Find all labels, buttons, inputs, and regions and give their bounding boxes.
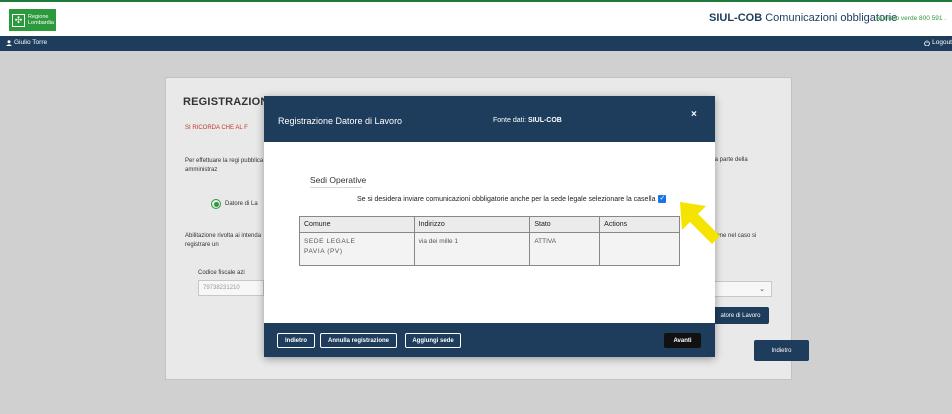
logout-label: Logout — [932, 39, 952, 46]
sede-legale-checkbox[interactable]: ✓ — [658, 195, 667, 203]
logo-line2: Lombardia — [28, 20, 54, 26]
user-bar: Giulio Torre Logout — [0, 36, 952, 51]
codice-fiscale-input[interactable]: 79738231210 — [198, 280, 264, 296]
checkbox-label: Se si desidera inviare comunicazioni obb… — [357, 195, 656, 203]
radio-selected-dot — [213, 201, 219, 207]
sede-legale-checkbox-row: Se si desidera inviare comunicazioni obb… — [357, 195, 667, 203]
cell-comune-line2: PAVIA (PV) — [304, 248, 343, 255]
cell-comune: SEDE LEGALE PAVIA (PV) — [299, 232, 415, 266]
cell-stato: ATTIVA — [529, 232, 601, 266]
cancel-registration-button[interactable]: Annulla registrazione — [320, 333, 397, 348]
column-header-actions: Actions — [599, 216, 680, 233]
numero-verde: Numero verde 800 591 . — [876, 15, 947, 22]
data-source-value: SIUL-COB — [528, 117, 562, 124]
table-row: SEDE LEGALE PAVIA (PV) via dei mille 1 A… — [299, 232, 680, 266]
modal-footer: Indietro Annulla registrazione Aggiungi … — [264, 323, 715, 357]
section-divider — [310, 187, 362, 188]
cell-actions — [599, 232, 680, 266]
datore-radio-option[interactable]: Datore di La — [211, 199, 258, 209]
background-back-button[interactable]: Indietro — [754, 340, 809, 361]
background-select[interactable]: ⌄ — [712, 281, 772, 297]
table-header-row: Comune Indirizzo Stato Actions — [299, 216, 680, 233]
arrow-pointer-icon — [680, 202, 720, 244]
close-icon[interactable]: × — [691, 109, 697, 120]
column-header-stato: Stato — [529, 216, 601, 233]
registration-title: REGISTRAZIONE — [183, 96, 277, 108]
column-header-comune: Comune — [299, 216, 415, 233]
add-sede-button[interactable]: Aggiungi sede — [405, 333, 461, 348]
chevron-down-icon: ⌄ — [759, 286, 765, 293]
data-source-label: Fonte dati: — [493, 117, 527, 124]
intro-paragraph-right: fa parte della — [713, 157, 748, 163]
user-name: Giulio Torre — [14, 39, 48, 46]
next-button[interactable]: Avanti — [664, 333, 701, 348]
registration-modal: Registrazione Datore di Lavoro Fonte dat… — [264, 96, 715, 357]
rosa-camuna-icon: ✣ — [12, 13, 25, 27]
sedi-table: Comune Indirizzo Stato Actions SEDE LEGA… — [299, 216, 680, 266]
logout-link[interactable]: Logout — [924, 39, 952, 46]
app-title-main: SIUL-COB — [709, 12, 763, 24]
modal-title: Registrazione Datore di Lavoro — [278, 116, 403, 126]
top-header: ✣ Regione Lombardia SIUL-COB Comunicazio… — [0, 0, 952, 36]
column-header-indirizzo: Indirizzo — [413, 216, 531, 233]
datore-lavoro-button[interactable]: atore di Lavoro — [712, 307, 769, 324]
codice-fiscale-label: Codice fiscale azi — [198, 270, 245, 276]
user-menu[interactable]: Giulio Torre — [6, 39, 47, 46]
intro-paragraph: Per effettuare la regi pubblica amminist… — [185, 158, 264, 173]
app-title: SIUL-COB Comunicazioni obbligatorie — [709, 12, 897, 24]
radio-label: Datore di La — [225, 201, 258, 207]
power-icon — [924, 39, 930, 46]
regione-lombardia-logo[interactable]: ✣ Regione Lombardia — [9, 9, 56, 31]
cell-comune-line1: SEDE LEGALE — [304, 238, 356, 245]
section-title: Sedi Operative — [310, 175, 367, 185]
user-icon — [6, 39, 12, 46]
abilitazione-paragraph: Abilitazione rivolta ai intenda registra… — [185, 233, 262, 248]
radio-button[interactable] — [211, 199, 221, 209]
data-source: Fonte dati: SIUL-COB — [493, 117, 562, 124]
check-icon: ✓ — [659, 195, 666, 202]
cell-indirizzo: via dei mille 1 — [413, 232, 531, 266]
modal-header: Registrazione Datore di Lavoro Fonte dat… — [264, 96, 715, 142]
notice-text: SI RICORDA CHE AL F — [185, 125, 248, 131]
back-button[interactable]: Indietro — [277, 333, 315, 348]
